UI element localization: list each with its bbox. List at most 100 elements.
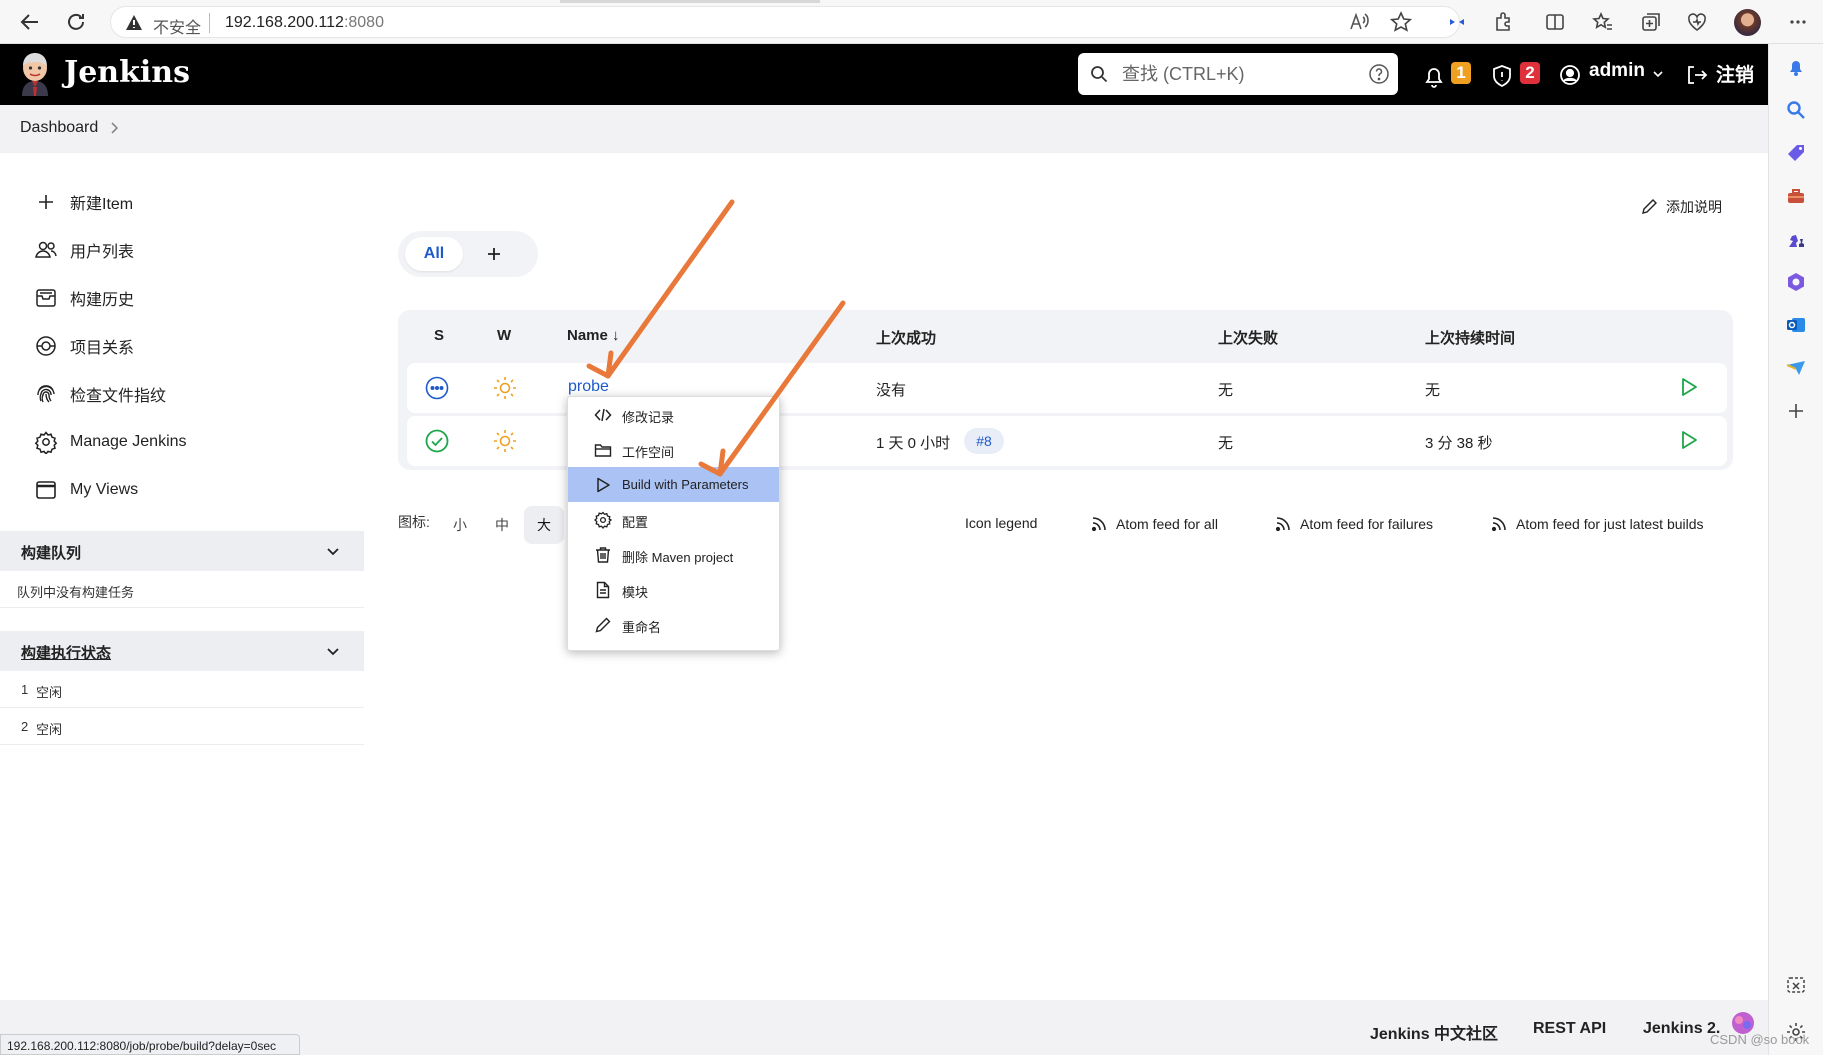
outlook-icon[interactable] xyxy=(1785,314,1807,336)
column-last-success[interactable]: 上次成功 xyxy=(876,327,936,348)
sidebar-item-relationship[interactable]: 项目关系 xyxy=(34,331,134,361)
menu-item-build-with-parameters[interactable]: Build with Parameters xyxy=(568,467,779,502)
executor-number: 1 xyxy=(21,682,29,697)
profile-avatar[interactable] xyxy=(1734,9,1761,36)
browser-essentials-icon[interactable] xyxy=(1686,11,1708,33)
build-number-link[interactable]: #8 xyxy=(964,428,1004,454)
code-icon xyxy=(594,406,612,424)
favorites-icon[interactable] xyxy=(1592,11,1614,33)
menu-item-rename[interactable]: 重命名 xyxy=(568,607,779,642)
rss-icon xyxy=(1491,517,1506,532)
notifications-badge[interactable]: 1 xyxy=(1451,62,1471,84)
menu-item-label: Build with Parameters xyxy=(622,477,749,492)
search-input[interactable] xyxy=(1122,61,1362,87)
security-shield-icon[interactable] xyxy=(1491,64,1513,88)
sidebar-item-manage-jenkins[interactable]: Manage Jenkins xyxy=(34,427,187,457)
icon-size-medium[interactable]: 中 xyxy=(482,506,522,544)
sort-indicator: ↓ xyxy=(612,327,620,344)
chevron-down-icon[interactable] xyxy=(325,543,341,559)
rest-api-link[interactable]: REST API xyxy=(1533,1020,1606,1038)
community-link[interactable]: Jenkins 中文社区 xyxy=(1370,1020,1498,1044)
logout-link[interactable]: 注销 xyxy=(1716,60,1754,87)
search-box[interactable] xyxy=(1078,53,1398,95)
build-queue-header[interactable]: 构建队列 xyxy=(0,531,364,571)
sidebar-item-fingerprint[interactable]: 检查文件指纹 xyxy=(34,379,166,409)
sidebar-item-new-item[interactable]: 新建Item xyxy=(34,187,133,217)
menu-item-modules[interactable]: 模块 xyxy=(568,572,779,607)
jenkins-logo-icon[interactable] xyxy=(18,52,52,96)
security-badge[interactable]: 2 xyxy=(1520,62,1540,84)
tag-icon[interactable] xyxy=(1785,142,1807,164)
executors-title[interactable]: 构建执行状态 xyxy=(21,642,111,663)
add-description-label: 添加说明 xyxy=(1666,199,1722,215)
icon-size-large[interactable]: 大 xyxy=(524,506,564,544)
office-icon[interactable] xyxy=(1785,271,1807,293)
users-icon xyxy=(34,238,58,262)
jenkins-brand[interactable]: Jenkins xyxy=(64,55,190,90)
menu-item-workspace[interactable]: 工作空间 xyxy=(568,432,779,467)
breadcrumb-chevron-icon[interactable] xyxy=(108,121,120,135)
sidebar-item-my-views[interactable]: My Views xyxy=(34,475,138,505)
user-icon[interactable] xyxy=(1559,64,1581,86)
sidebar-item-label: 用户列表 xyxy=(70,244,135,261)
search-icon[interactable] xyxy=(1785,99,1807,121)
chess-icon[interactable] xyxy=(1785,228,1807,250)
column-last-duration[interactable]: 上次持续时间 xyxy=(1425,327,1515,348)
atom-feed-latest-link[interactable]: Atom feed for just latest builds xyxy=(1490,515,1704,533)
toolbox-icon[interactable] xyxy=(1785,185,1807,207)
address-bar[interactable]: 不安全 192.168.200.112:8080 xyxy=(110,6,1460,38)
executors-header[interactable]: 构建执行状态 xyxy=(0,631,364,671)
menu-item-delete[interactable]: 删除 Maven project xyxy=(568,537,779,572)
add-icon[interactable] xyxy=(1785,400,1807,422)
breadcrumb: Dashboard xyxy=(0,105,1768,153)
logout-icon[interactable] xyxy=(1685,64,1709,86)
user-menu[interactable]: admin xyxy=(1589,60,1645,82)
menu-item-configure[interactable]: 配置 xyxy=(568,502,779,537)
play-icon xyxy=(594,476,612,494)
job-link-probe[interactable]: probe xyxy=(568,378,609,396)
browser-sidebar xyxy=(1768,44,1823,1055)
add-description-link[interactable]: 添加说明 xyxy=(1640,197,1722,217)
icon-legend-link[interactable]: Icon legend xyxy=(965,515,1037,531)
extensions-icon[interactable] xyxy=(1492,11,1514,33)
breadcrumb-dashboard[interactable]: Dashboard xyxy=(20,119,98,137)
icon-size-label: 图标: xyxy=(398,514,430,530)
read-aloud-icon[interactable] xyxy=(1348,11,1370,33)
back-icon[interactable] xyxy=(18,10,42,34)
favorite-star-icon[interactable] xyxy=(1390,11,1412,33)
sidebar-item-build-history[interactable]: 构建历史 xyxy=(34,283,134,313)
atom-feed-failures-link[interactable]: Atom feed for failures xyxy=(1274,515,1433,533)
url-text[interactable]: 192.168.200.112:8080 xyxy=(225,14,384,32)
bell-icon[interactable] xyxy=(1785,56,1807,78)
split-view-icon[interactable] xyxy=(1544,11,1566,33)
column-last-failure[interactable]: 上次失败 xyxy=(1218,327,1278,348)
help-icon[interactable] xyxy=(1368,63,1390,85)
chevron-down-icon[interactable] xyxy=(325,643,341,659)
gear-icon xyxy=(594,511,612,529)
pencil-icon xyxy=(1642,199,1657,214)
last-duration-cell: 3 分 38 秒 xyxy=(1425,435,1493,452)
icon-size-small[interactable]: 小 xyxy=(440,506,480,544)
last-failure-cell: 无 xyxy=(1218,435,1234,452)
column-name[interactable]: Name ↓ xyxy=(567,327,620,344)
split-screen-icon[interactable] xyxy=(1446,11,1468,33)
column-weather[interactable]: W xyxy=(497,327,511,344)
sidebar-item-users[interactable]: 用户列表 xyxy=(34,235,134,265)
screenshot-icon[interactable] xyxy=(1785,974,1807,996)
column-status[interactable]: S xyxy=(434,327,444,344)
chevron-down-icon[interactable] xyxy=(1652,68,1664,80)
menu-item-label: 工作空间 xyxy=(622,445,675,460)
build-play-icon[interactable] xyxy=(1678,429,1700,451)
tab-all[interactable]: All xyxy=(405,237,463,271)
atom-feed-all-link[interactable]: Atom feed for all xyxy=(1090,515,1218,533)
more-menu-icon[interactable] xyxy=(1787,11,1809,33)
reload-icon[interactable] xyxy=(64,10,88,34)
version-link[interactable]: Jenkins 2. xyxy=(1643,1020,1720,1038)
menu-item-changes[interactable]: 修改记录 xyxy=(568,397,779,432)
collections-icon[interactable] xyxy=(1640,11,1662,33)
add-view-icon[interactable] xyxy=(482,242,506,266)
atom-feed-latest-label: Atom feed for just latest builds xyxy=(1516,516,1704,532)
send-icon[interactable] xyxy=(1785,357,1807,379)
notifications-bell-icon[interactable] xyxy=(1423,64,1445,88)
build-play-icon[interactable] xyxy=(1678,376,1700,398)
